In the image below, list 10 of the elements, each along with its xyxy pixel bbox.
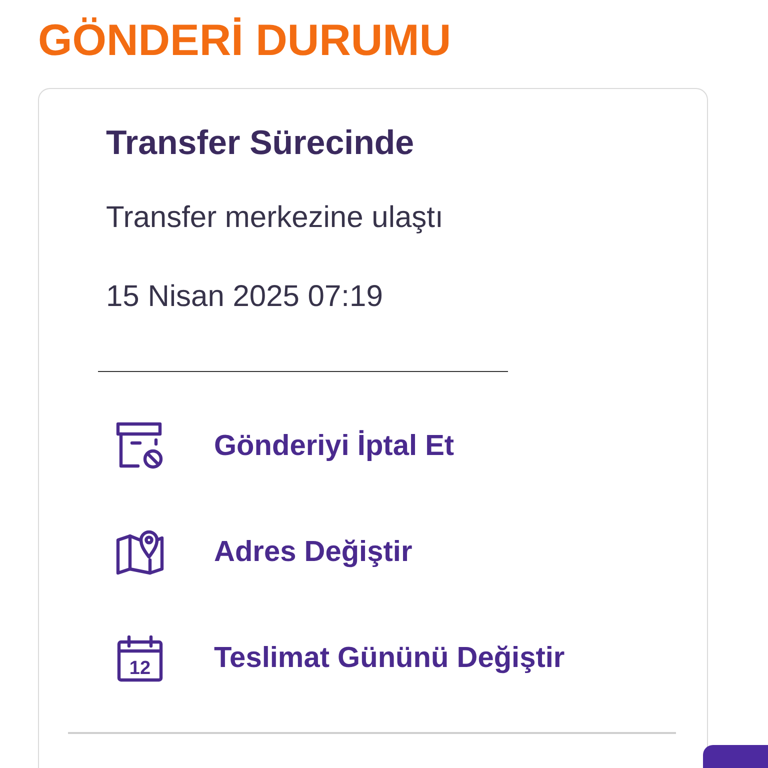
map-pin-icon (116, 528, 164, 576)
action-link[interactable]: Adres Değiştir (116, 528, 412, 576)
action-link[interactable]: 12 Teslimat Gününü Değiştir (116, 634, 565, 682)
floating-button[interactable] (703, 745, 768, 768)
package-cancel-icon (116, 422, 164, 470)
status-title: Transfer Sürecinde (106, 123, 414, 163)
status-description: Transfer merkezine ulaştı (106, 200, 444, 236)
status-timestamp: 15 Nisan 2025 07:19 (106, 279, 383, 315)
action-link[interactable]: Gönderiyi İptal Et (116, 422, 454, 470)
page-title: GÖNDERİ DURUMU (38, 15, 452, 67)
